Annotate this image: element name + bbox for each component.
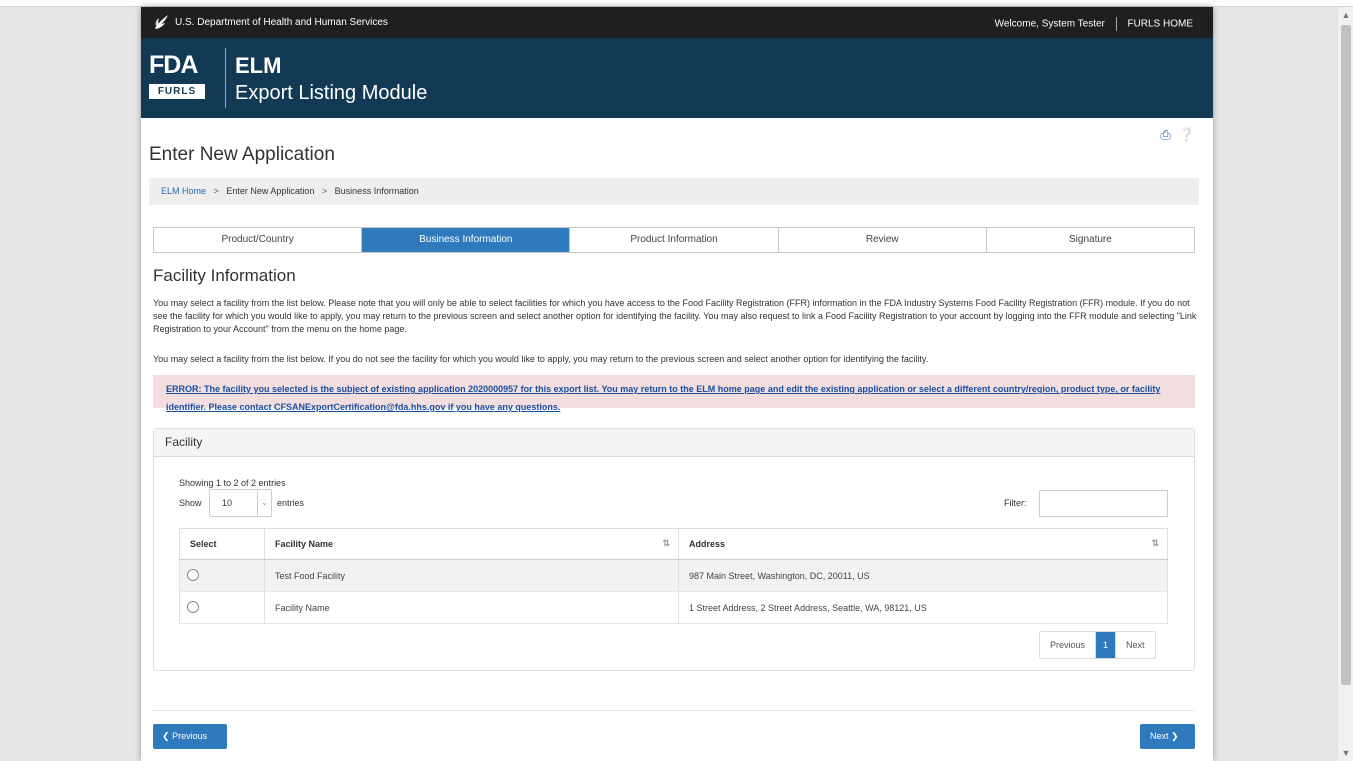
scroll-up-icon[interactable]: ▲ <box>1338 7 1353 23</box>
filter-input[interactable] <box>1039 490 1168 517</box>
row-select-cell <box>179 559 265 592</box>
step-product-country[interactable]: Product/Country <box>154 228 363 252</box>
facility-table: Select Facility Name ⇅ Address ⇅ Test Food… <box>179 528 1168 624</box>
agency-name: U.S. Department of Health and Human Serv… <box>175 17 388 28</box>
app-name: Export Listing Module <box>235 82 428 104</box>
error-message-link[interactable]: ERROR: The facility you selected is the … <box>166 384 1160 412</box>
entries-label: entries <box>277 498 305 508</box>
column-header-address[interactable]: Address ⇅ <box>678 528 1168 560</box>
section-title: Facility Information <box>153 266 296 285</box>
sort-icon: ⇅ <box>1151 538 1159 548</box>
sort-icon: ⇅ <box>662 538 670 548</box>
page-size-value: 10 <box>222 498 233 508</box>
browser-top-bar <box>0 0 1353 7</box>
chevron-right-icon: ❯ <box>1171 731 1179 741</box>
furls-home-link[interactable]: FURLS HOME <box>1127 19 1193 30</box>
address-cell: 987 Main Street, Washington, DC, 20011, … <box>678 559 1168 592</box>
address-cell: 1 Street Address, 2 Street Address, Seat… <box>678 591 1168 624</box>
breadcrumb: ELM Home > Enter New Application > Busin… <box>149 178 1199 205</box>
breadcrumb-business-information: Business Information <box>334 186 419 196</box>
utility-icons: ⎙ ❔ <box>1152 127 1195 143</box>
error-alert: ERROR: The facility you selected is the … <box>153 375 1195 412</box>
pagination-page-1[interactable]: 1 <box>1096 632 1117 658</box>
column-header-select: Select <box>179 528 265 560</box>
breadcrumb-elm-home[interactable]: ELM Home <box>161 186 206 196</box>
show-label: Show <box>179 498 202 508</box>
divider <box>153 710 1195 711</box>
app-abbreviation: ELM <box>235 53 282 78</box>
table-pagination: Previous 1 Next <box>1039 631 1156 659</box>
help-icon[interactable]: ❔ <box>1179 127 1195 142</box>
instructions-paragraph-short: You may select a facility from the list … <box>153 354 929 364</box>
fda-furls-logo[interactable]: FDA FURLS <box>149 52 213 104</box>
scroll-thumb[interactable] <box>1341 25 1351 685</box>
hhs-eagle-icon <box>155 15 168 29</box>
entries-info: Showing 1 to 2 of 2 entries <box>179 478 286 488</box>
step-signature[interactable]: Signature <box>987 228 1194 252</box>
print-icon[interactable]: ⎙ <box>1160 127 1170 142</box>
next-button[interactable]: Next ❯ <box>1140 724 1195 749</box>
gov-bar: U.S. Department of Health and Human Serv… <box>141 7 1213 38</box>
fda-logo-text: FDA <box>149 51 198 79</box>
previous-button[interactable]: ❮ Previous <box>153 724 227 749</box>
breadcrumb-enter-new-application: Enter New Application <box>226 186 315 196</box>
pagination-previous[interactable]: Previous <box>1040 632 1097 658</box>
chevron-left-icon: ❮ <box>162 731 170 741</box>
facility-name-cell: Facility Name <box>264 591 679 624</box>
previous-button-label: Previous <box>172 731 208 741</box>
chevron-down-icon: ⌄ <box>257 490 271 516</box>
breadcrumb-separator-icon: > <box>213 186 219 196</box>
table-header-row: Select Facility Name ⇅ Address ⇅ <box>179 528 1168 560</box>
header-divider <box>225 48 226 108</box>
welcome-text: Welcome, System Tester <box>994 18 1105 30</box>
breadcrumb-separator-icon: > <box>321 186 328 196</box>
table-row: Test Food Facility 987 Main Street, Wash… <box>179 559 1168 592</box>
panel-title: Facility <box>154 429 1194 457</box>
next-button-label: Next <box>1150 731 1169 741</box>
table-row: Facility Name 1 Street Address, 2 Street… <box>179 591 1168 624</box>
page-size-select[interactable]: 10 ⌄ <box>209 489 272 517</box>
facility-name-cell: Test Food Facility <box>264 559 679 592</box>
app-header: FDA FURLS ELM Export Listing Module <box>141 38 1213 118</box>
row-select-cell <box>179 591 265 624</box>
column-header-facility-name[interactable]: Facility Name ⇅ <box>264 528 679 560</box>
facility-radio[interactable] <box>187 600 199 613</box>
filter-label: Filter: <box>1004 498 1027 508</box>
step-business-information[interactable]: Business Information <box>362 228 571 252</box>
facility-radio[interactable] <box>187 568 199 581</box>
instructions-paragraph: You may select a facility from the list … <box>153 298 1197 334</box>
scrollbar[interactable]: ▲ ▼ <box>1337 7 1353 761</box>
page-title: Enter New Application <box>149 144 335 165</box>
facility-panel: Facility Showing 1 to 2 of 2 entries Sho… <box>153 428 1195 671</box>
pagination-next[interactable]: Next <box>1116 632 1155 658</box>
gov-divider <box>1115 17 1117 31</box>
step-product-information[interactable]: Product Information <box>570 228 779 252</box>
scroll-down-icon[interactable]: ▼ <box>1338 745 1353 761</box>
furls-logo-text: FURLS <box>149 84 205 99</box>
wizard-steps: Product/Country Business Information Pro… <box>153 227 1195 253</box>
page-container: U.S. Department of Health and Human Serv… <box>141 7 1213 761</box>
step-review[interactable]: Review <box>779 228 987 252</box>
